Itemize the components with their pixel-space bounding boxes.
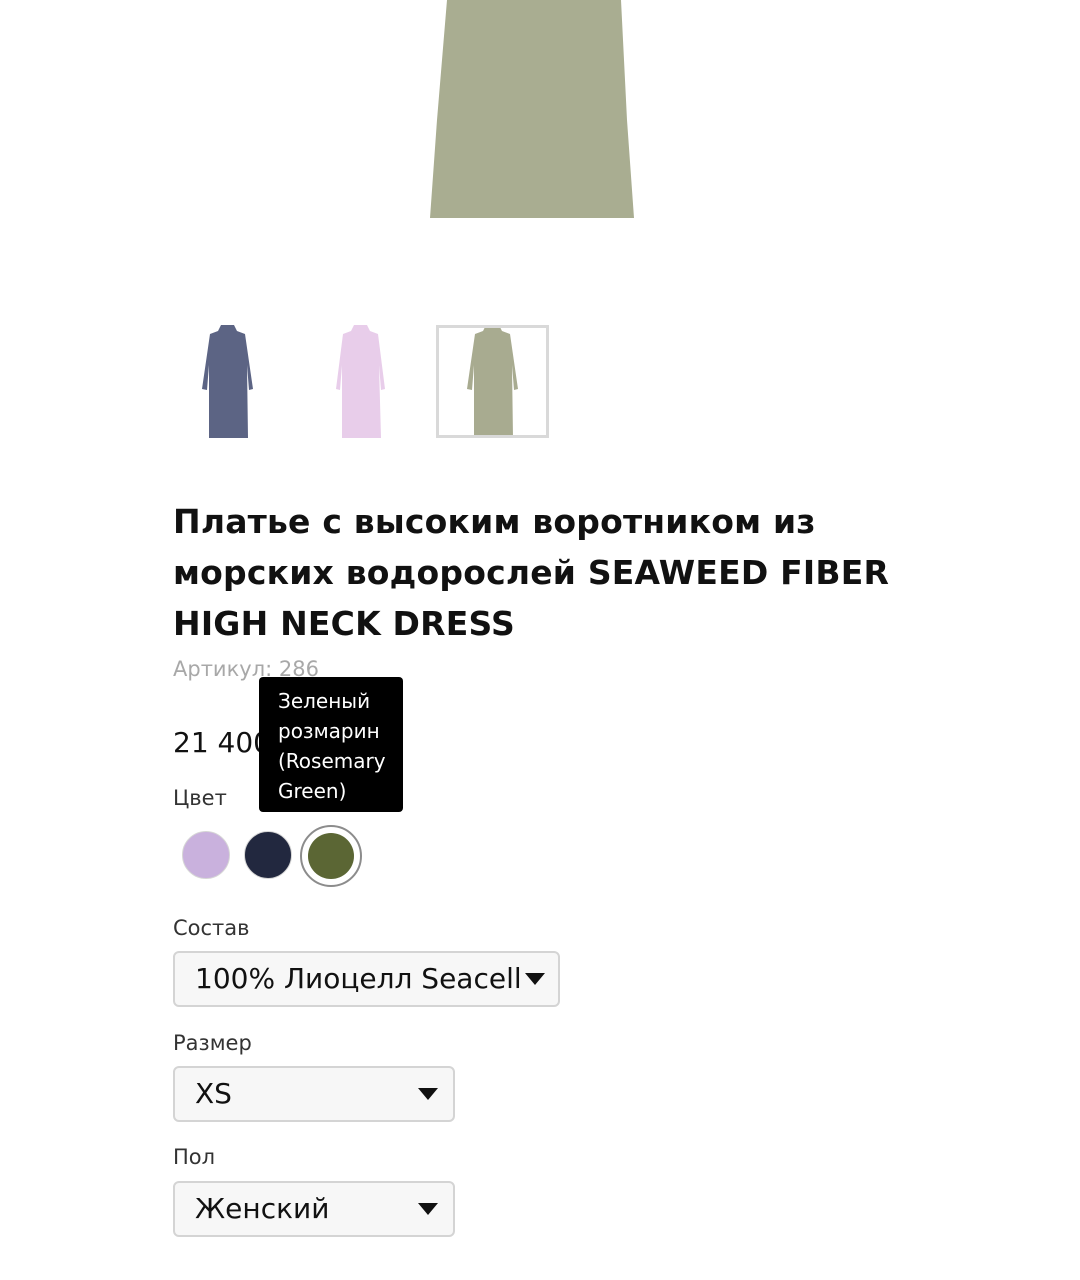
dress-lilac-thumbnail <box>336 325 385 438</box>
size-value: XS <box>195 1077 232 1110</box>
color-tooltip: Зеленый розмарин (Rosemary Green) <box>259 677 403 812</box>
gender-label: Пол <box>173 1145 216 1169</box>
color-label: Цвет <box>173 786 227 810</box>
tooltip-line: Зеленый <box>278 689 371 713</box>
color-swatch-lavender[interactable] <box>182 831 230 879</box>
gender-value: Женский <box>195 1192 330 1225</box>
product-price: 21 400 <box>173 726 271 759</box>
color-swatch-navy[interactable] <box>244 831 292 879</box>
chevron-down-icon <box>418 1088 438 1100</box>
gender-select[interactable]: Женский <box>173 1181 455 1237</box>
composition-label: Состав <box>173 916 250 940</box>
dress-green-thumbnail <box>467 328 518 435</box>
main-product-image <box>429 0 635 219</box>
thumbnail-navy-dress[interactable] <box>171 325 284 438</box>
product-title: Платье с высоким воротником из морских в… <box>173 502 890 643</box>
color-swatch-rosemary-green[interactable] <box>300 825 362 887</box>
chevron-down-icon <box>418 1203 438 1215</box>
thumbnail-lilac-dress[interactable] <box>304 325 417 438</box>
composition-select[interactable]: 100% Лиоцелл Seacell <box>173 951 560 1007</box>
tooltip-line: розмарин <box>278 719 380 743</box>
tooltip-line: Green) <box>278 779 347 803</box>
size-label: Размер <box>173 1031 252 1055</box>
tooltip-line: (Rosemary <box>278 749 386 773</box>
chevron-down-icon <box>525 973 545 985</box>
dress-navy-thumbnail <box>202 325 253 438</box>
composition-value: 100% Лиоцелл Seacell <box>195 962 522 995</box>
thumbnail-green-dress[interactable] <box>436 325 549 438</box>
color-swatch-fill <box>308 833 354 879</box>
size-select[interactable]: XS <box>173 1066 455 1122</box>
